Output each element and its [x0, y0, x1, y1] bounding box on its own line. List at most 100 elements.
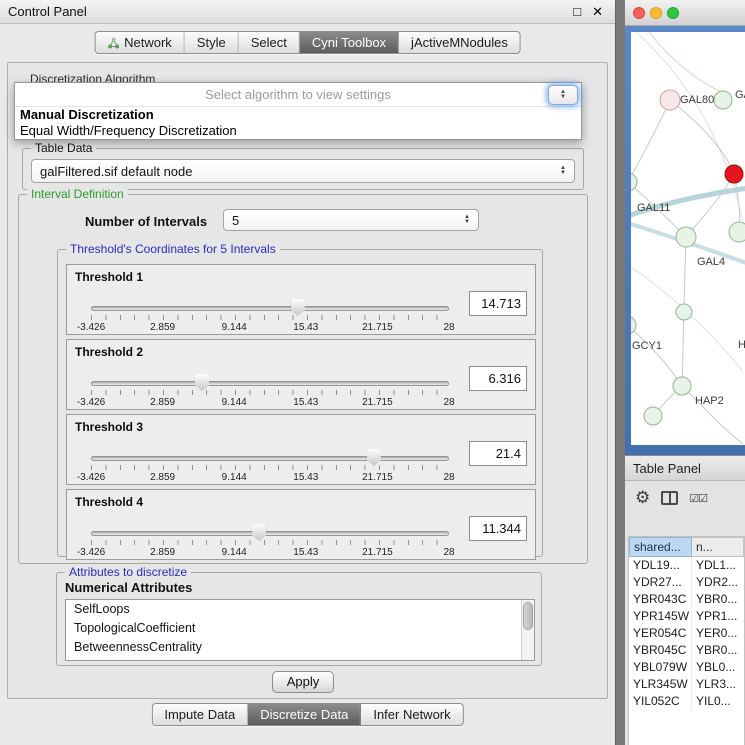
tab-jactivemnodules[interactable]: jActiveMNodules	[399, 32, 520, 53]
network-node[interactable]	[644, 407, 662, 425]
table-panel: ⚙ ☑☑ shared... n... YDL19...YDL1...YDR27…	[625, 481, 745, 745]
node-label: GAL80	[680, 94, 714, 106]
slider-thumb[interactable]	[291, 299, 305, 316]
threshold-value-field[interactable]: 21.4	[469, 441, 527, 466]
table-row[interactable]: YER054CYER0...	[629, 625, 744, 642]
numerical-attributes-list[interactable]: SelfLoopsTopologicalCoefficientBetweenne…	[65, 599, 535, 661]
scale-tick-label: -3.426	[77, 547, 105, 558]
network-node[interactable]	[714, 91, 732, 109]
float-window-icon[interactable]: □	[573, 0, 581, 24]
combo-arrow-button[interactable]: ▲ ▼	[548, 85, 578, 105]
table-data-combobox[interactable]: galFiltered.sif default node ▲▼	[31, 159, 575, 183]
table-row[interactable]: YPR145WYPR1...	[629, 608, 744, 625]
network-node[interactable]	[631, 316, 636, 334]
scale-tick-label: 21.715	[362, 322, 393, 333]
node-label: GAL4	[697, 256, 725, 268]
network-node[interactable]	[631, 173, 637, 191]
scrollbar-thumb[interactable]	[523, 602, 533, 630]
table-row[interactable]: YBL079WYBL0...	[629, 659, 744, 676]
threshold-label: Threshold 1	[75, 270, 143, 284]
minimize-traffic-light-icon[interactable]	[650, 7, 662, 19]
tab-infer-network[interactable]: Infer Network	[361, 704, 462, 725]
tab-impute-data[interactable]: Impute Data	[152, 704, 248, 725]
spinner-arrows-icon: ▲▼	[464, 215, 470, 225]
network-node[interactable]	[729, 222, 745, 242]
threshold-value-field[interactable]: 11.344	[469, 516, 527, 541]
threshold-value-field[interactable]: 6.316	[469, 366, 527, 391]
zoom-traffic-light-icon[interactable]	[667, 7, 679, 19]
network-canvas[interactable]: GAL80GAGAL11GAL4GCY1HHAP2	[631, 32, 745, 445]
table-row[interactable]: YDL19...YDL1...	[629, 557, 744, 574]
table-toolbar: ⚙ ☑☑	[635, 486, 707, 510]
apply-button[interactable]: Apply	[272, 671, 334, 693]
number-of-intervals-combobox[interactable]: 5 ▲▼	[223, 209, 479, 231]
threshold-panel: Threshold 1-3.4262.8599.14415.4321.71528…	[66, 264, 536, 335]
network-node[interactable]	[673, 377, 691, 395]
threshold-panel: Threshold 2 -3.4262.8599.14415.4321.71528…	[66, 339, 536, 410]
tab-label: Infer Network	[373, 707, 450, 722]
numerical-attributes-label: Numerical Attributes	[65, 580, 192, 595]
table-cell-shared-name: YIL052C	[629, 693, 692, 710]
attribute-item[interactable]: SelfLoops	[66, 600, 534, 619]
threshold-value-field[interactable]: 14.713	[469, 291, 527, 316]
column-header-shared-name[interactable]: shared...	[629, 537, 692, 557]
table-row[interactable]: YIL052CYIL0...	[629, 693, 744, 710]
scale-tick-label: -3.426	[77, 322, 105, 333]
table-row[interactable]: YDR27...YDR2...	[629, 574, 744, 591]
network-node[interactable]	[725, 165, 743, 183]
tab-discretize-data[interactable]: Discretize Data	[248, 704, 361, 725]
node-label: HAP2	[695, 395, 724, 407]
tab-cyni-toolbox[interactable]: Cyni Toolbox	[300, 32, 399, 53]
table-cell-name: YLR3...	[692, 676, 744, 693]
scale-tick-label: 21.715	[362, 397, 393, 408]
attribute-item[interactable]: TopologicalCoefficient	[66, 619, 534, 638]
table-cell-name: YBL0...	[692, 659, 744, 676]
algorithm-option[interactable]: Equal Width/Frequency Discretization	[15, 123, 581, 139]
table-cell-name: YER0...	[692, 625, 744, 642]
tab-style[interactable]: Style	[185, 32, 239, 53]
table-row[interactable]: YBR043CYBR0...	[629, 591, 744, 608]
slider-thumb[interactable]	[252, 524, 266, 541]
network-node[interactable]	[660, 90, 680, 110]
select-columns-icon[interactable]: ☑☑	[689, 492, 707, 505]
interval-definition-group-label: Interval Definition	[27, 187, 128, 201]
close-traffic-light-icon[interactable]	[633, 7, 645, 19]
tab-network[interactable]: Network	[95, 32, 185, 53]
scale-tick-label: 15.43	[293, 322, 318, 333]
threshold-slider[interactable]: -3.4262.8599.14415.4321.71528	[91, 454, 449, 484]
slider-ticks	[91, 465, 449, 470]
threshold-slider[interactable]: -3.4262.8599.14415.4321.71528	[91, 304, 449, 334]
threshold-slider[interactable]: -3.4262.8599.14415.4321.71528	[91, 529, 449, 559]
table-row[interactable]: YLR345WYLR3...	[629, 676, 744, 693]
table-cell-name: YPR1...	[692, 608, 744, 625]
threshold-slider[interactable]: -3.4262.8599.14415.4321.71528	[91, 379, 449, 409]
algorithm-option[interactable]: Manual Discretization	[15, 107, 581, 123]
slider-thumb[interactable]	[367, 449, 381, 466]
scale-tick-label: 15.43	[293, 472, 318, 483]
columns-icon[interactable]	[661, 491, 678, 505]
scale-tick-label: 9.144	[222, 472, 247, 483]
list-scrollbar[interactable]	[521, 600, 534, 660]
node-table: shared... n... YDL19...YDL1...YDR27...YD…	[628, 536, 745, 745]
network-node[interactable]	[676, 227, 696, 247]
arrow-down-icon: ▼	[560, 95, 566, 100]
column-header-name[interactable]: n...	[692, 537, 744, 557]
scale-tick-label: 21.715	[362, 472, 393, 483]
slider-track	[91, 531, 449, 536]
table-row[interactable]: YBR045CYBR0...	[629, 642, 744, 659]
algorithm-combobox[interactable]: Select algorithm to view settings ▲ ▼	[15, 83, 581, 107]
table-data-group: Table Data galFiltered.sif default node …	[22, 148, 584, 190]
table-panel-header: Table Panel	[625, 455, 745, 481]
close-window-icon[interactable]: ✕	[592, 0, 603, 24]
scale-tick-label: 2.859	[150, 397, 175, 408]
slider-thumb[interactable]	[195, 374, 209, 391]
network-node[interactable]	[676, 304, 692, 320]
slider-ticks	[91, 390, 449, 395]
tab-select[interactable]: Select	[239, 32, 300, 53]
attribute-item[interactable]: BetweennessCentrality	[66, 638, 534, 657]
gear-icon[interactable]: ⚙	[635, 486, 650, 510]
threshold-label: Threshold 2	[75, 345, 143, 359]
spinner-arrows-icon: ▲▼	[560, 166, 566, 176]
table-cell-name: YDL1...	[692, 557, 744, 574]
scale-tick-label: 28	[443, 322, 454, 333]
